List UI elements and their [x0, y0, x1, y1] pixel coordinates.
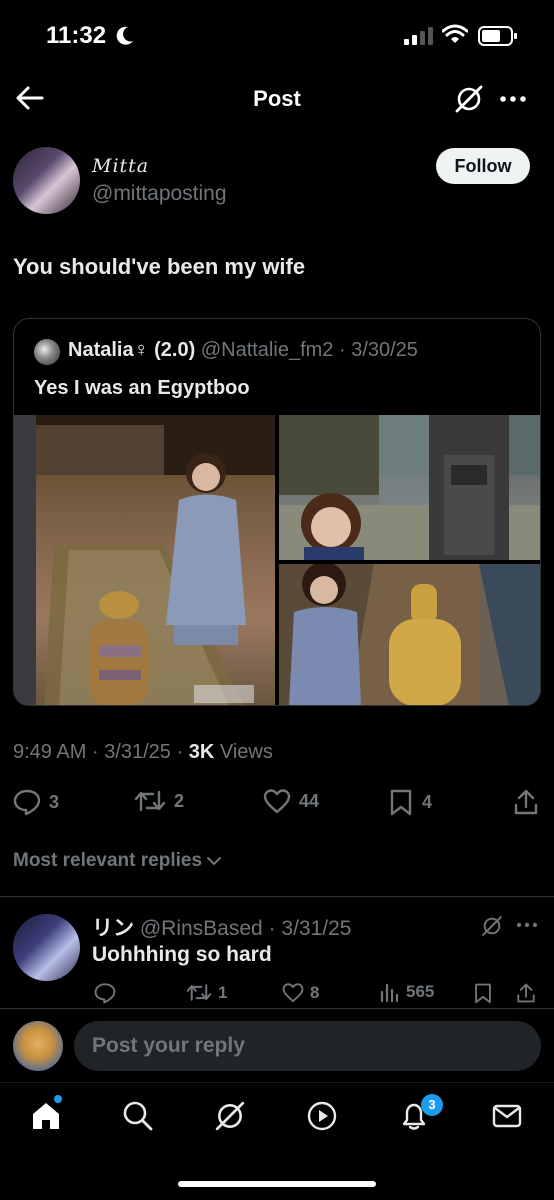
bookmark-icon [390, 789, 412, 816]
notifications-badge: 3 [421, 1094, 443, 1116]
repost-icon [186, 984, 212, 1001]
reply-count: 3 [49, 791, 60, 812]
post-meta: 9:49 AM · 3/31/25 · 3K Views [13, 741, 273, 764]
views-label: Views [219, 741, 273, 763]
separator-dot: · [91, 741, 99, 763]
mail-icon[interactable] [491, 1100, 523, 1132]
share-button[interactable] [513, 788, 539, 816]
author-handle[interactable]: @mittaposting [92, 182, 227, 206]
replies-sort-label: Most relevant replies [13, 850, 203, 871]
reply-author-handle[interactable]: @RinsBased [140, 917, 263, 940]
reply-repost-button[interactable]: 1 [186, 982, 227, 1003]
reply-views-button[interactable]: 565 [380, 982, 434, 1002]
quote-date: 3/30/25 [351, 339, 418, 361]
wifi-icon [442, 24, 468, 43]
replies-sort-dropdown[interactable]: Most relevant replies [13, 850, 222, 872]
repost-icon [134, 790, 166, 812]
current-user-avatar[interactable] [13, 1021, 63, 1071]
share-icon [517, 983, 535, 1003]
quote-photo-1[interactable] [14, 415, 275, 705]
museum-photo-image [279, 564, 540, 705]
author-name[interactable]: Mitta [92, 155, 149, 177]
home-icon[interactable] [30, 1100, 62, 1132]
like-count: 44 [299, 790, 320, 811]
status-time: 11:32 [46, 22, 107, 49]
reply-views-count: 565 [406, 982, 435, 1001]
quote-photo-3[interactable] [279, 564, 540, 705]
repost-count: 2 [174, 790, 185, 811]
more-options-icon[interactable] [515, 915, 539, 935]
quote-author-handle: @Nattalie_fm2 [200, 339, 334, 361]
reply-like-count: 8 [310, 982, 320, 1002]
reply-bookmark-button[interactable] [473, 982, 493, 1004]
quote-text: Yes I was an Egyptboo [34, 377, 250, 399]
museum-photo-image [279, 415, 540, 560]
reply-repost-count: 1 [218, 982, 228, 1002]
status-bar: 11:32 [0, 0, 554, 70]
divider [0, 896, 554, 897]
moon-icon [116, 26, 133, 45]
reply-author-name[interactable]: リン [92, 917, 134, 940]
reply-date: 3/31/25 [281, 917, 352, 940]
author-avatar[interactable] [13, 147, 80, 214]
bookmark-count: 4 [422, 791, 433, 812]
reply-button[interactable]: 3 [13, 788, 59, 816]
reply-like-button[interactable]: 8 [282, 982, 319, 1003]
follow-button[interactable]: Follow [436, 148, 530, 184]
grok-icon[interactable] [454, 84, 484, 114]
quoted-post[interactable]: Natalia♀ (2.0) @Nattalie_fm2 · 3/30/25 Y… [13, 318, 541, 706]
reply-input[interactable] [74, 1021, 541, 1071]
home-notification-dot [54, 1095, 62, 1103]
heart-icon [263, 789, 291, 814]
separator-dot: · [176, 741, 184, 763]
separator-dot: · [268, 917, 276, 940]
reply-icon [13, 789, 41, 816]
battery-icon [478, 26, 517, 46]
reply-icon [94, 983, 116, 1004]
reply-author-avatar[interactable] [13, 914, 80, 981]
more-options-icon[interactable] [498, 84, 528, 114]
post-date: 3/31/25 [104, 741, 171, 763]
reply-text: Uohhhing so hard [92, 943, 272, 966]
home-indicator [178, 1181, 376, 1187]
heart-icon [282, 983, 304, 1003]
post-text: You should've been my wife [13, 254, 306, 279]
analytics-icon [380, 983, 399, 1002]
divider [0, 1008, 554, 1009]
grok-icon[interactable] [481, 915, 503, 937]
views-count: 3K [188, 741, 215, 763]
bookmark-button[interactable]: 4 [388, 788, 432, 816]
search-icon[interactable] [122, 1100, 154, 1132]
post-time: 9:49 AM [13, 741, 87, 763]
quote-header: Natalia♀ (2.0) @Nattalie_fm2 · 3/30/25 [68, 339, 418, 362]
quote-photo-2[interactable] [279, 415, 540, 560]
quote-author-avatar [34, 339, 60, 365]
quote-author-name: Natalia♀ (2.0) [68, 339, 196, 361]
signal-icon [404, 27, 433, 45]
like-button[interactable]: 44 [263, 788, 319, 814]
separator-dot: · [338, 339, 346, 361]
museum-photo-image [14, 415, 275, 705]
repost-button[interactable]: 2 [134, 788, 184, 814]
share-icon [514, 789, 538, 815]
reply-header: リン @RinsBased · 3/31/25 [92, 912, 351, 942]
reply-share-button[interactable] [516, 982, 536, 1004]
chevron-down-icon [207, 857, 222, 866]
grok-icon[interactable] [214, 1100, 246, 1132]
reply-reply-button[interactable] [94, 982, 116, 1004]
video-icon[interactable] [306, 1100, 338, 1132]
bookmark-icon [475, 983, 491, 1004]
